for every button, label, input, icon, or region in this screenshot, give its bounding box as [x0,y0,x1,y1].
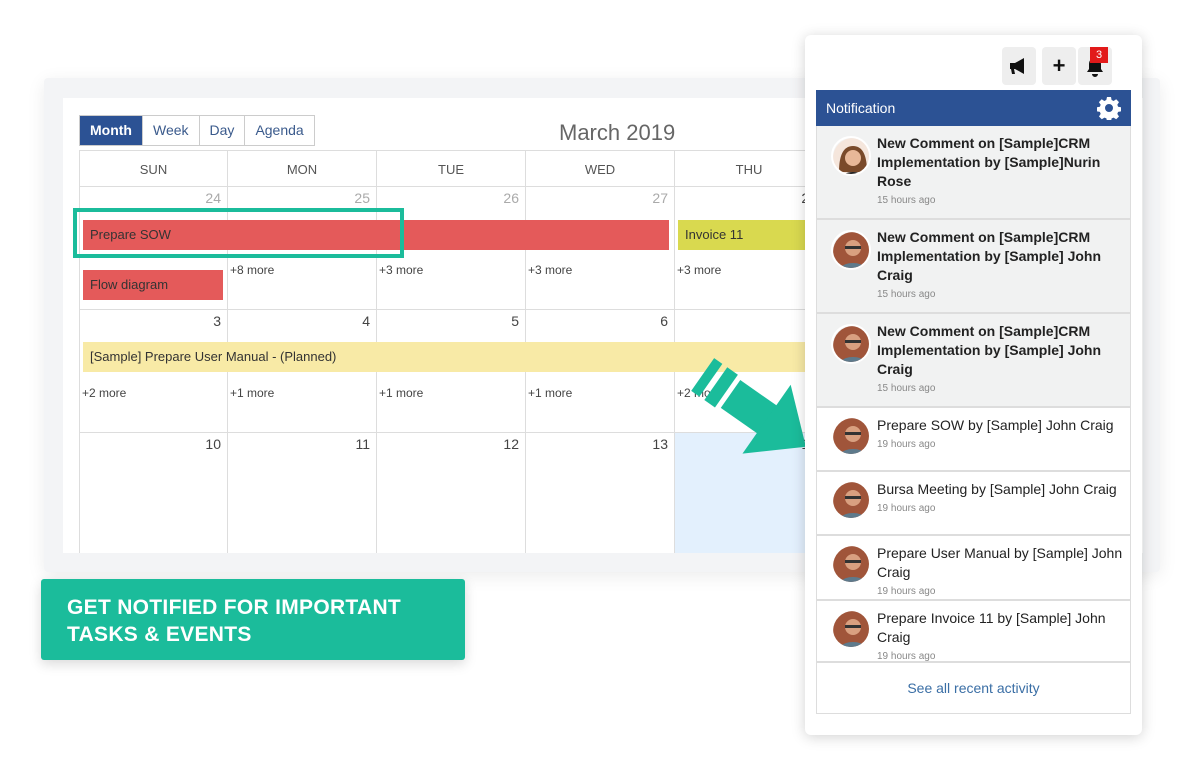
notification-item[interactable]: New Comment on [Sample]CRM Implementatio… [817,126,1130,220]
notification-item[interactable]: New Comment on [Sample]CRM Implementatio… [817,220,1130,314]
avatar [831,416,871,456]
avatar [831,230,871,270]
notification-time: 19 hours ago [877,439,936,450]
notification-header: Notification [816,90,1131,126]
notification-time: 15 hours ago [877,195,936,206]
notification-text: New Comment on [Sample]CRM Implementatio… [877,323,1102,377]
promo-banner: GET NOTIFIED FOR IMPORTANT TASKS & EVENT… [41,579,465,660]
notification-text: Prepare User Manual by [Sample] John Cra… [877,545,1123,580]
avatar [831,324,871,364]
notification-text: New Comment on [Sample]CRM Implementatio… [877,229,1102,283]
megaphone-icon [1010,58,1024,74]
add-button[interactable]: + [1042,47,1076,85]
banner-line-1: GET NOTIFIED FOR IMPORTANT [67,596,402,619]
notification-text: Prepare SOW by [Sample] John Craig [877,417,1114,433]
notification-text: Prepare Invoice 11 by [Sample] John Crai… [877,610,1106,645]
notification-text: Bursa Meeting by [Sample] John Craig [877,481,1117,497]
avatar [831,544,871,584]
avatar [831,609,871,649]
notification-count-badge: 3 [1090,47,1108,63]
notification-time: 19 hours ago [877,503,936,514]
notification-time: 15 hours ago [877,383,936,394]
plus-icon: + [1052,53,1066,78]
notification-item[interactable]: Prepare SOW by [Sample] John Craig 19 hou… [817,408,1130,472]
notification-list: New Comment on [Sample]CRM Implementatio… [816,126,1131,714]
notification-time: 15 hours ago [877,289,936,300]
notification-item[interactable]: Bursa Meeting by [Sample] John Craig 19 h… [817,472,1130,536]
notification-text: New Comment on [Sample]CRM Implementatio… [877,135,1101,189]
notification-title: Notification [826,100,896,116]
announcement-button[interactable] [1002,47,1036,85]
notification-item[interactable]: Prepare Invoice 11 by [Sample] John Crai… [817,601,1130,663]
notification-item[interactable]: Prepare User Manual by [Sample] John Cra… [817,536,1130,601]
notification-time: 19 hours ago [877,586,936,597]
gear-icon[interactable] [1097,96,1121,120]
notification-time: 19 hours ago [877,651,936,662]
avatar [831,480,871,520]
notification-item[interactable]: New Comment on [Sample]CRM Implementatio… [817,314,1130,408]
avatar [831,136,871,176]
banner-line-2: TASKS & EVENTS [67,623,252,646]
see-all-activity-link[interactable]: See all recent activity [817,663,1130,713]
